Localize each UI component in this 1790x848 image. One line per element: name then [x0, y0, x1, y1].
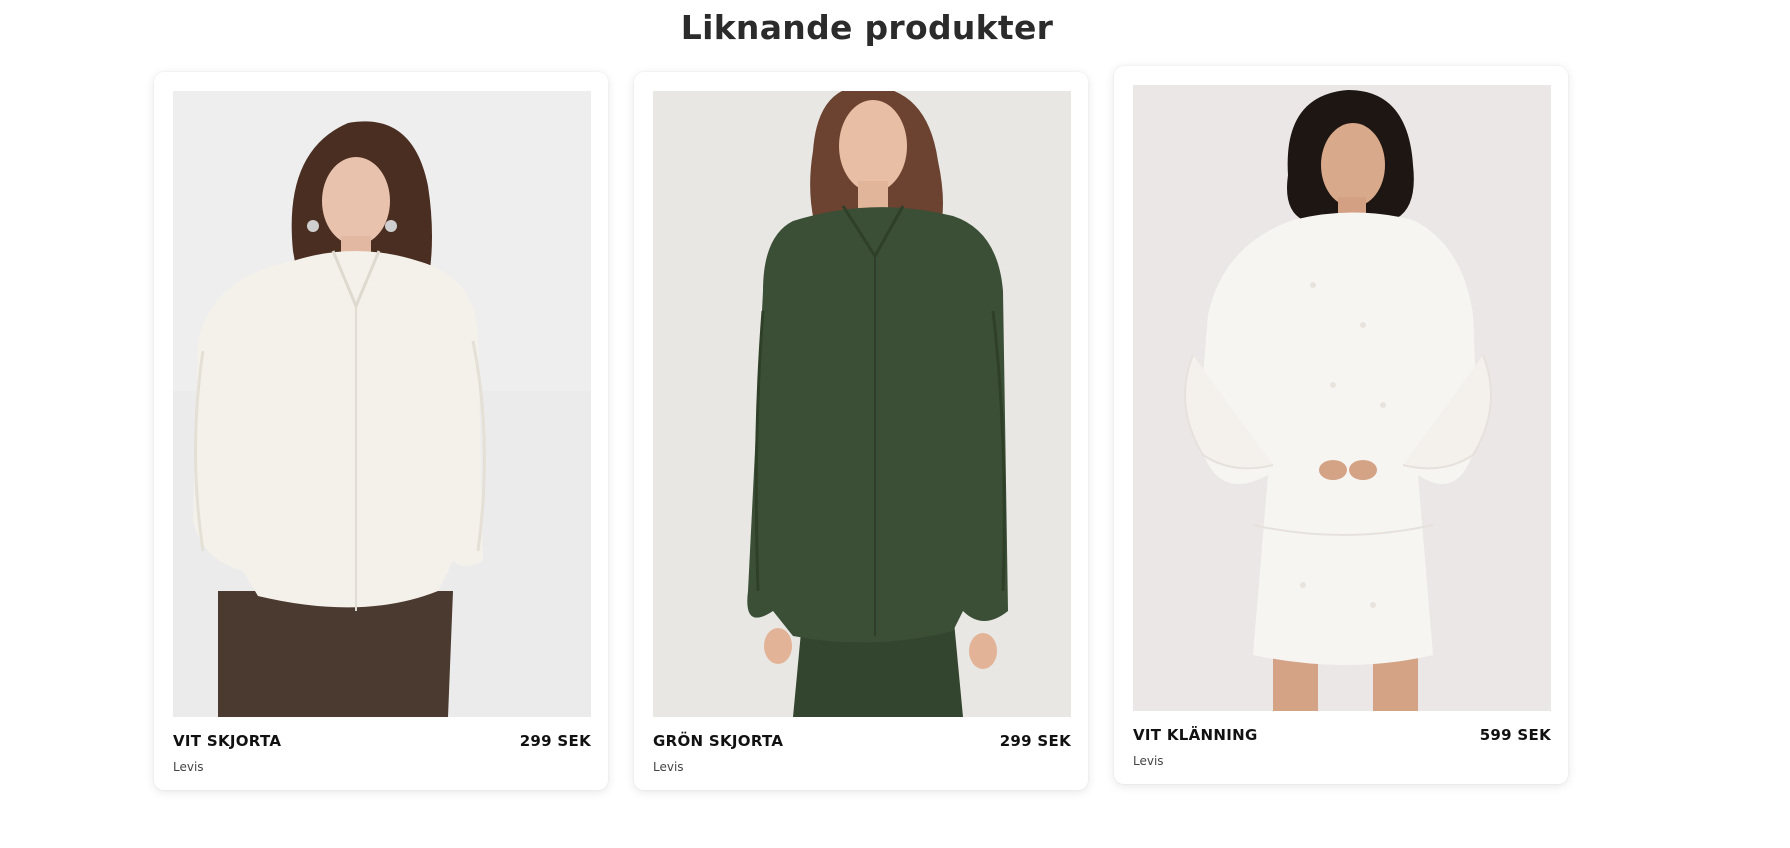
- section-title: Liknande produkter: [680, 8, 1054, 47]
- product-card-vit-skjorta[interactable]: VIT SKJORTA 299 SEK Levis: [154, 72, 608, 790]
- product-card-vit-klanning[interactable]: VIT KLÄNNING 599 SEK Levis: [1114, 66, 1568, 784]
- product-price: 599 SEK: [1479, 726, 1551, 744]
- product-price: 299 SEK: [999, 732, 1071, 750]
- product-brand: Levis: [173, 760, 204, 774]
- product-name[interactable]: VIT KLÄNNING: [1133, 726, 1258, 744]
- product-image[interactable]: [173, 91, 591, 717]
- product-name[interactable]: GRÖN SKJORTA: [653, 732, 783, 750]
- product-image[interactable]: [653, 91, 1071, 717]
- product-brand: Levis: [1133, 754, 1164, 768]
- product-price: 299 SEK: [519, 732, 591, 750]
- product-name[interactable]: VIT SKJORTA: [173, 732, 281, 750]
- product-card-gron-skjorta[interactable]: GRÖN SKJORTA 299 SEK Levis: [634, 72, 1088, 790]
- product-photo-green-shirt: [653, 91, 1071, 717]
- product-photo-white-shirt: [173, 91, 591, 717]
- similar-products-section: Liknande produkter VIT SKJORTA 299 SEK L…: [0, 0, 1790, 848]
- product-image[interactable]: [1133, 85, 1551, 711]
- product-photo-white-dress: [1133, 85, 1551, 711]
- product-brand: Levis: [653, 760, 684, 774]
